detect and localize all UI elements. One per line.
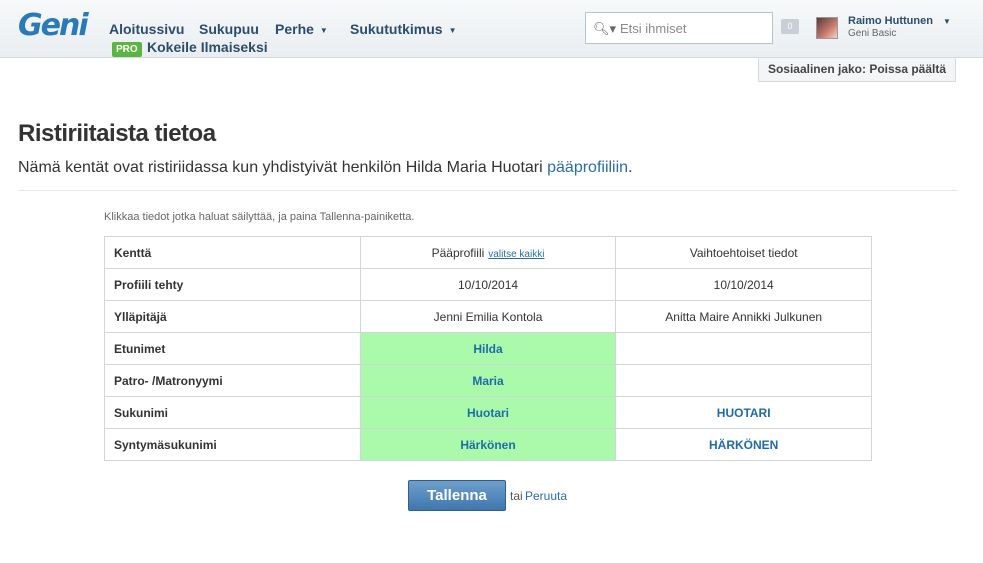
main-value-selected[interactable]: Härkönen <box>359 428 617 461</box>
alt-value: 10/10/2014 <box>615 268 872 301</box>
search-input[interactable]: Etsi ihmiset <box>620 21 686 36</box>
nav-genealogy-label: Sukututkimus <box>350 21 443 37</box>
cancel-link[interactable]: Peruuta <box>525 489 567 503</box>
divider <box>18 190 958 191</box>
page-title: Ristiriitaista tietoa <box>18 120 216 147</box>
chevron-down-icon: ▼ <box>448 25 457 35</box>
table-row: Etunimet Hilda <box>104 332 872 365</box>
alt-value-option[interactable] <box>615 332 872 365</box>
search-icon[interactable]: 🔍︎▾ <box>593 21 616 37</box>
subtitle-end: . <box>628 159 633 176</box>
select-all-link[interactable]: valitse kaikki <box>488 249 544 260</box>
main-value-selected[interactable]: Maria <box>359 364 617 397</box>
geni-logo[interactable]: Geni <box>18 8 89 43</box>
nav-family[interactable]: Perhe ▼ <box>275 21 328 37</box>
alt-value-option[interactable]: HÄRKÖNEN <box>615 428 872 461</box>
field-label: Ylläpitäjä <box>104 300 361 333</box>
search-box[interactable]: 🔍︎▾ Etsi ihmiset <box>585 12 773 44</box>
field-label: Sukunimi <box>104 396 361 429</box>
page-subtitle: Nämä kentät ovat ristiriidassa kun yhdis… <box>18 159 633 177</box>
table-row: Patro- /Matronyymi Maria <box>104 364 872 397</box>
main-value: 10/10/2014 <box>359 268 617 301</box>
table-header-row: Kenttä Pääprofiili valitse kaikki Vaihtoe… <box>104 236 872 269</box>
field-label: Profiili tehty <box>104 268 361 301</box>
main-value: Jenni Emilia Kontola <box>359 300 617 333</box>
field-label: Patro- /Matronyymi <box>104 364 361 397</box>
header-main-profile: Pääprofiili valitse kaikki <box>359 236 617 269</box>
main-value-selected[interactable]: Hilda <box>359 332 617 365</box>
main-profile-link[interactable]: pääprofiiliin <box>547 159 628 176</box>
field-label: Syntymäsukunimi <box>104 428 361 461</box>
field-label: Etunimet <box>104 332 361 365</box>
nav-family-tree[interactable]: Sukupuu <box>199 21 259 37</box>
table-row: Syntymäsukunimi Härkönen HÄRKÖNEN <box>104 428 872 461</box>
user-plan: Geni Basic <box>848 28 897 39</box>
subtitle-text: Nämä kentät ovat ristiriidassa kun yhdis… <box>18 159 548 176</box>
main-value-selected[interactable]: Huotari <box>359 396 617 429</box>
instructions-text: Klikkaa tiedot jotka haluat säilyttää, j… <box>104 211 415 223</box>
avatar[interactable] <box>816 17 838 39</box>
header-field: Kenttä <box>104 236 361 269</box>
header-alternative: Vaihtoehtoiset tiedot <box>615 236 872 269</box>
alt-value: Anitta Maire Annikki Julkunen <box>615 300 872 333</box>
notification-count-badge[interactable]: 0 <box>781 19 799 34</box>
top-navigation-bar: Geni Aloitussivu Sukupuu Perhe ▼ Sukututk… <box>0 0 983 58</box>
chevron-down-icon[interactable]: ▼ <box>943 17 951 26</box>
save-button[interactable]: Tallenna <box>408 480 506 511</box>
nav-family-label: Perhe <box>275 21 314 37</box>
header-main-label: Pääprofiili <box>431 245 485 260</box>
try-free-link[interactable]: Kokeile Ilmaiseksi <box>147 39 268 55</box>
user-name-link[interactable]: Raimo Huttunen <box>848 15 933 27</box>
nav-home[interactable]: Aloitussivu <box>109 21 184 37</box>
table-row: Profiili tehty 10/10/2014 10/10/2014 <box>104 268 872 301</box>
conflict-table: Kenttä Pääprofiili valitse kaikki Vaihtoe… <box>104 236 872 461</box>
pro-badge[interactable]: PRO <box>112 42 142 57</box>
table-row: Ylläpitäjä Jenni Emilia Kontola Anitta M… <box>104 300 872 333</box>
social-sharing-toggle[interactable]: Sosiaalinen jako: Poissa päältä <box>758 58 956 82</box>
table-row: Sukunimi Huotari HUOTARI <box>104 396 872 429</box>
nav-genealogy[interactable]: Sukututkimus ▼ <box>350 21 457 37</box>
or-text: tai <box>510 489 523 503</box>
alt-value-option[interactable] <box>615 364 872 397</box>
alt-value-option[interactable]: HUOTARI <box>615 396 872 429</box>
chevron-down-icon: ▼ <box>319 25 328 35</box>
